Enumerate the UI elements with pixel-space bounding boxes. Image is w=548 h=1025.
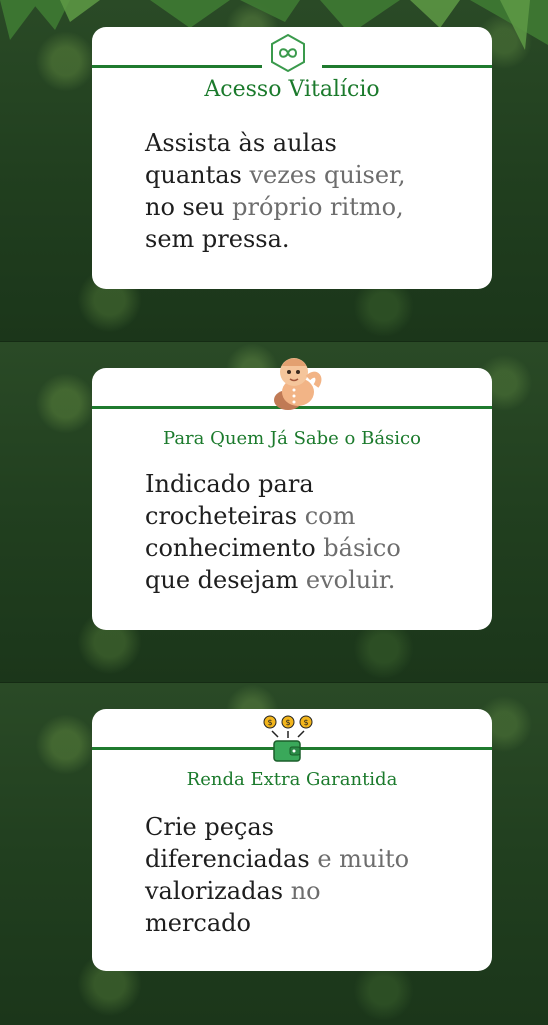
description-line: conhecimento básico <box>145 534 401 562</box>
description-line: diferenciadas e muito <box>145 845 410 873</box>
card-divider-left <box>92 65 262 68</box>
card-description: Crie peças diferenciadas e muito valoriz… <box>145 811 462 939</box>
card-extra-income: $ $ $ Renda Extra Garantida Crie peças d… <box>92 709 492 971</box>
card-description: Assista às aulas quantas vezes quiser, n… <box>145 127 462 255</box>
description-line: mercado <box>145 909 251 937</box>
card-divider-right <box>322 65 492 68</box>
card-lifetime-access: Acesso Vitalício Assista às aulas quanta… <box>92 27 492 289</box>
description-line: sem pressa. <box>145 225 290 253</box>
wallet-coins-icon: $ $ $ <box>263 715 313 762</box>
svg-text:$: $ <box>303 718 308 727</box>
description-line: Assista às aulas <box>145 129 337 157</box>
svg-text:$: $ <box>285 718 290 727</box>
card-description: Indicado para crocheteiras com conhecime… <box>145 468 462 596</box>
infinity-hexagon-icon <box>271 33 305 73</box>
description-line: Indicado para <box>145 470 314 498</box>
card-title: Para Quem Já Sabe o Básico <box>163 428 421 449</box>
description-line: Crie peças <box>145 813 274 841</box>
description-line: quantas vezes quiser, <box>145 161 406 189</box>
card-basic-level: Para Quem Já Sabe o Básico Indicado para… <box>92 358 492 630</box>
card-title: Renda Extra Garantida <box>186 769 398 790</box>
description-line: valorizadas no <box>145 877 321 905</box>
baby-doll-icon <box>274 358 322 410</box>
svg-text:$: $ <box>267 718 272 727</box>
description-line: no seu próprio ritmo, <box>145 193 404 221</box>
card-title: Acesso Vitalício <box>204 77 380 102</box>
description-line: crocheteiras com <box>145 502 356 530</box>
description-line: que desejam evoluir. <box>145 566 396 594</box>
